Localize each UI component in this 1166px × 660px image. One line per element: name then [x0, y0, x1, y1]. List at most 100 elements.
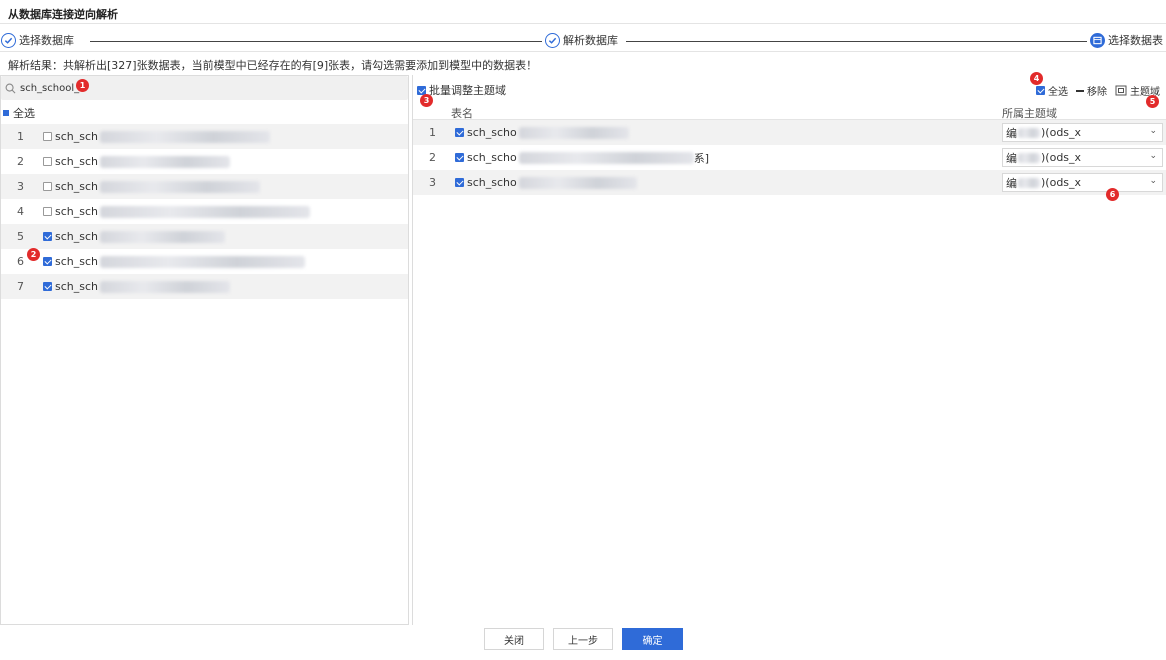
- step-indicator: 选择数据库 解析数据库 选择数据表: [0, 30, 1166, 50]
- table-row: 3 sch_scho 编 )(ods_x ⌄: [413, 170, 1166, 195]
- row-checkbox[interactable]: [455, 178, 464, 187]
- redacted-text: [1018, 127, 1040, 138]
- remove-label: 移除: [1087, 87, 1107, 98]
- step-connector: [90, 41, 542, 42]
- column-header-domain: 所属主题域: [1002, 107, 1057, 120]
- row-number: 1: [17, 130, 24, 143]
- select-all-button[interactable]: 全选: [1036, 83, 1068, 98]
- domain-icon: [1115, 85, 1127, 96]
- redacted-text: [1018, 152, 1040, 163]
- domain-select[interactable]: 编 )(ods_x ⌄: [1002, 123, 1163, 142]
- redacted-text: [100, 155, 231, 168]
- table-row: 1 sch_scho 编 )(ods_x ⌄: [413, 120, 1166, 145]
- list-item[interactable]: 5 sch_sch: [1, 224, 408, 249]
- confirm-button[interactable]: 确定: [622, 628, 683, 650]
- table-name: sch_scho: [467, 151, 517, 164]
- select-all-checkbox[interactable]: [1036, 86, 1045, 95]
- row-checkbox[interactable]: [43, 132, 52, 141]
- row-number: 5: [17, 230, 24, 243]
- table-name: sch_sch: [55, 180, 99, 193]
- list-item[interactable]: 7 sch_sch: [1, 274, 408, 299]
- row-number: 4: [17, 205, 24, 218]
- step-parse-database[interactable]: 解析数据库: [545, 32, 618, 48]
- row-checkbox[interactable]: [43, 232, 52, 241]
- table-icon: [1090, 32, 1105, 48]
- redacted-text: [100, 205, 311, 218]
- list-item[interactable]: 3 sch_sch: [1, 174, 408, 199]
- batch-adjust-label: 批量调整主题域: [429, 84, 506, 97]
- search-input[interactable]: sch_school_: [1, 76, 408, 100]
- annotation-badge: 5: [1146, 95, 1159, 108]
- domain-value: )(ods_x: [1041, 176, 1082, 189]
- row-checkbox[interactable]: [43, 282, 52, 291]
- partial-select-icon: [3, 110, 9, 116]
- redacted-text: [1018, 177, 1040, 188]
- row-checkbox[interactable]: [455, 153, 464, 162]
- redacted-text: [100, 255, 306, 268]
- check-icon: [545, 32, 560, 48]
- dialog-footer: 关闭 上一步 确定: [0, 628, 1166, 652]
- domain-value: )(ods_x: [1041, 126, 1082, 139]
- row-checkbox[interactable]: [43, 257, 52, 266]
- select-all-toggle[interactable]: 全选: [3, 105, 35, 121]
- redacted-text: [100, 230, 226, 243]
- search-icon: [5, 83, 16, 93]
- row-number: 3: [17, 180, 24, 193]
- table-name: sch_sch: [55, 255, 99, 268]
- domain-select[interactable]: 编 )(ods_x ⌄: [1002, 173, 1163, 192]
- chevron-down-icon: ⌄: [1149, 176, 1157, 186]
- row-number: 2: [429, 151, 436, 164]
- step-select-tables[interactable]: 选择数据表: [1090, 32, 1163, 48]
- table-name: sch_sch: [55, 230, 99, 243]
- step-select-database[interactable]: 选择数据库: [1, 32, 74, 48]
- row-checkbox[interactable]: [43, 207, 52, 216]
- list-item[interactable]: 6 sch_sch: [1, 249, 408, 274]
- remove-button[interactable]: 移除: [1076, 83, 1107, 98]
- search-value: sch_school_: [20, 82, 80, 94]
- row-checkbox[interactable]: [43, 157, 52, 166]
- table-name: sch_sch: [55, 205, 99, 218]
- annotation-badge: 1: [76, 79, 89, 92]
- list-item[interactable]: 2 sch_sch: [1, 149, 408, 174]
- row-number: 2: [17, 155, 24, 168]
- annotation-badge: 4: [1030, 72, 1043, 85]
- table-name: sch_scho: [467, 126, 517, 139]
- step-label: 选择数据表: [1108, 34, 1163, 47]
- selected-table-list: 1 sch_scho 编 )(ods_x ⌄ 2 sch_scho 系] 编)…: [413, 120, 1166, 195]
- row-checkbox[interactable]: [43, 182, 52, 191]
- source-table-list: 1 sch_sch 2 sch_sch 3 sch_sch 4 sch_sch …: [1, 124, 408, 299]
- chevron-down-icon: ⌄: [1149, 151, 1157, 161]
- previous-step-button[interactable]: 上一步: [553, 628, 613, 650]
- right-toolbar: 全选 移除 主题域: [1028, 83, 1160, 98]
- list-item[interactable]: 4 sch_sch: [1, 199, 408, 224]
- table-name-suffix: 系]: [693, 151, 710, 165]
- annotation-badge: 2: [27, 248, 40, 261]
- close-button[interactable]: 关闭: [484, 628, 544, 650]
- step-label: 选择数据库: [19, 34, 74, 47]
- source-table-panel: sch_school_ 全选 1 sch_sch 2 sch_sch 3 sch…: [0, 75, 409, 625]
- steps-divider: [0, 51, 1166, 52]
- select-all-label: 全选: [13, 107, 35, 120]
- redacted-text: [518, 126, 629, 139]
- minus-icon: [1076, 89, 1084, 92]
- domain-select[interactable]: 编 )(ods_x ⌄: [1002, 148, 1163, 167]
- domain-prefix: 编: [1006, 176, 1017, 190]
- domain-prefix: 编: [1006, 151, 1017, 165]
- row-number: 7: [17, 280, 24, 293]
- domain-prefix: 编: [1006, 126, 1017, 140]
- list-item[interactable]: 1 sch_sch: [1, 124, 408, 149]
- redacted-text: [100, 180, 261, 193]
- table-name: sch_scho: [467, 176, 517, 189]
- table-name: sch_sch: [55, 155, 99, 168]
- domain-value: )(ods_x: [1041, 151, 1082, 164]
- redacted-text: [518, 151, 694, 164]
- selected-table-panel: 批量调整主题域 全选 移除 主题域 表名 所属主题域 1 sch_scho 编 …: [412, 75, 1166, 625]
- dialog-title: 从数据库连接逆向解析: [8, 8, 118, 21]
- parse-summary: 解析结果：共解析出[327]张数据表，当前模型中已经存在的有[9]张表，请勾选需…: [8, 59, 538, 72]
- annotation-badge: 3: [420, 94, 433, 107]
- table-name: sch_sch: [55, 280, 99, 293]
- annotation-badge: 6: [1106, 188, 1119, 201]
- redacted-text: [100, 280, 231, 293]
- row-checkbox[interactable]: [455, 128, 464, 137]
- redacted-text: [100, 130, 271, 143]
